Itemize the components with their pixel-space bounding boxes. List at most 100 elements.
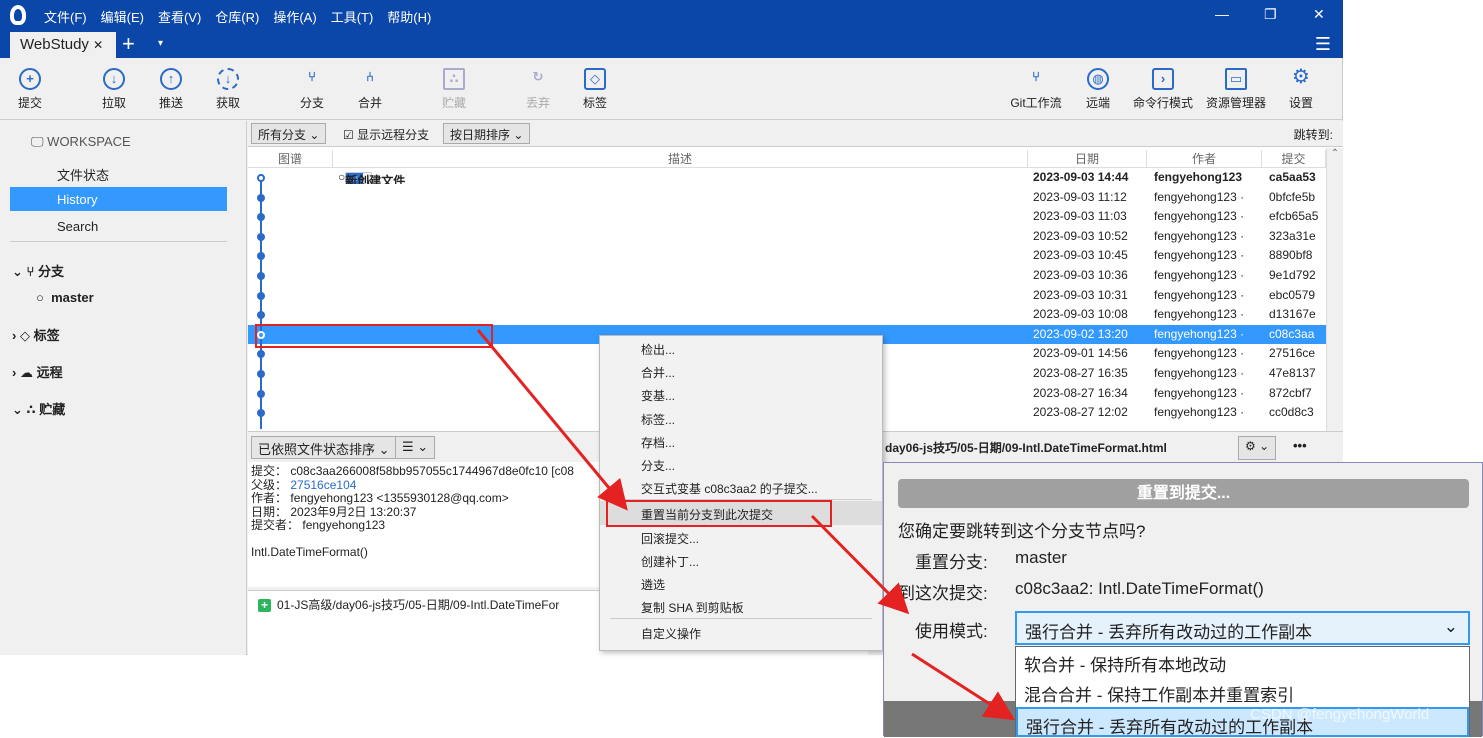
dialog-title: 重置到提交... — [898, 479, 1469, 508]
context-menu-item[interactable]: 检出... — [600, 336, 882, 359]
commit-sha: 9e1d792 — [1269, 267, 1316, 282]
stash-icon: ∴ — [443, 68, 465, 90]
maximize-button[interactable]: ❐ — [1264, 6, 1277, 23]
arrow-down-circle-icon: ↓ — [103, 68, 125, 90]
label: 远端 — [1085, 96, 1110, 110]
branch-filter-select[interactable]: 所有分支 ⌄ — [251, 123, 327, 144]
menu-repo[interactable]: 仓库(R) — [215, 7, 259, 26]
committer: fengyehong123 — [302, 518, 386, 532]
col-date[interactable]: 日期 — [1028, 150, 1147, 168]
commit-row[interactable]: 添加名称22023-09-03 10:36fengyehong123 ·9e1d… — [248, 266, 1326, 286]
commit-row[interactable]: 创建测试文件2023-09-03 10:08fengyehong123 ·d13… — [248, 305, 1326, 325]
explorer-button[interactable]: ▭ 资源管理器 — [1201, 68, 1271, 111]
terminal-icon: › — [1152, 68, 1174, 90]
commit-row[interactable]: 添加打印语句2023-09-03 11:03fengyehong123 ·efc… — [248, 207, 1326, 227]
label: 获取 — [215, 96, 240, 110]
context-menu-item[interactable]: 交互式变基 c08c3aa2 的子提交... — [600, 475, 882, 498]
col-author[interactable]: 作者 — [1147, 150, 1262, 168]
sidebar-section-branches[interactable]: ⌄ ⑂ 分支 — [12, 261, 64, 280]
context-menu-item[interactable]: 分支... — [600, 452, 882, 475]
tag-button[interactable]: ◇ 标签 — [570, 68, 620, 111]
commit-row[interactable]: 添加名称32023-09-03 10:45fengyehong123 ·8890… — [248, 246, 1326, 266]
menu-help[interactable]: 帮助(H) — [387, 7, 431, 26]
minimize-button[interactable]: — — [1215, 6, 1229, 22]
remote-button[interactable]: ◍ 远端 — [1073, 68, 1123, 111]
add-tab-button[interactable]: + — [122, 31, 135, 57]
chevron-down-icon: ⌄ — [1443, 617, 1458, 636]
more-button[interactable]: ••• — [1293, 438, 1307, 453]
context-menu-item[interactable]: 合并... — [600, 359, 882, 382]
settings-button[interactable]: ⚙ 设置 — [1276, 67, 1326, 111]
col-desc[interactable]: 描述 — [333, 150, 1028, 168]
annotation-box — [606, 500, 832, 527]
tab-dropdown-icon[interactable]: ▾ — [158, 38, 163, 49]
option-soft[interactable]: 软合并 - 保持所有本地改动 — [1016, 647, 1469, 677]
file-sort-select[interactable]: 已依照文件状态排序 ⌄ — [251, 436, 397, 459]
close-button[interactable]: ✕ — [1313, 6, 1325, 23]
terminal-button[interactable]: › 命令行模式 — [1128, 68, 1198, 111]
col-graph[interactable]: 图谱 — [248, 150, 333, 168]
view-mode-select[interactable]: ☰ ⌄ — [395, 436, 436, 459]
sort-select[interactable]: 按日期排序 ⌄ — [443, 123, 531, 144]
stash-button[interactable]: ∴ 贮藏 — [429, 68, 479, 111]
menu-file[interactable]: 文件(F) — [44, 7, 87, 26]
label: 父级： — [251, 477, 288, 492]
context-menu-item[interactable]: 自定义操作 — [600, 620, 882, 643]
sidebar-section-tags[interactable]: › ◇ 标签 — [12, 325, 60, 344]
label: master — [51, 290, 94, 305]
branch-icon: ⑂ — [26, 264, 35, 279]
col-commit[interactable]: 提交 — [1262, 150, 1326, 168]
sidebar-item-history[interactable]: History — [10, 187, 227, 211]
file-options-button[interactable]: ⚙ ⌄ — [1238, 436, 1277, 460]
commit-list-scrollbar[interactable]: ⌃ — [1326, 148, 1343, 431]
merge-button[interactable]: ⑃ 合并 — [345, 68, 395, 111]
label: 推送 — [158, 96, 183, 110]
sidebar-item-search[interactable]: Search — [57, 219, 98, 234]
commit-node — [257, 389, 265, 398]
mode-select[interactable]: 强行合并 - 丢弃所有改动过的工作副本 ⌄ — [1015, 611, 1470, 645]
commit-date: 2023-09-03 10:36 — [1033, 267, 1128, 282]
commit-sha: ca5aa53 — [1269, 170, 1316, 184]
pull-button[interactable]: ↓ 拉取 — [89, 68, 139, 111]
context-menu-item[interactable]: 回滚提交... — [600, 525, 882, 548]
label: 新创建文件 — [345, 174, 406, 184]
hamburger-menu-icon[interactable]: ☰ — [1315, 34, 1331, 55]
context-menu-item[interactable]: 遴选 — [600, 571, 882, 594]
sidebar-item-file-status[interactable]: 文件状态 — [57, 165, 109, 184]
fetch-button[interactable]: ↓ 获取 — [203, 68, 253, 111]
context-menu-item[interactable]: 变基... — [600, 382, 882, 405]
commit-sha: 27516ce — [1269, 346, 1316, 361]
tab-label: WebStudy — [20, 36, 89, 53]
gitflow-button[interactable]: ⑂ Git工作流 — [1005, 68, 1067, 111]
option-mixed[interactable]: 混合合并 - 保持工作副本并重置索引 — [1016, 677, 1469, 707]
push-button[interactable]: ↑ 推送 — [146, 68, 196, 111]
commit-author: fengyehong123 · — [1154, 287, 1245, 302]
sidebar-section-remotes[interactable]: › ☁ 远程 — [12, 362, 63, 381]
commit-row[interactable]: 添加名称12023-09-03 10:31fengyehong123 ·ebc0… — [248, 286, 1326, 306]
commit-row[interactable]: 添加名称42023-09-03 10:52fengyehong123 ·323a… — [248, 227, 1326, 247]
menu-view[interactable]: 查看(V) — [158, 7, 201, 26]
sidebar-branch-master[interactable]: ○ master — [36, 290, 94, 305]
context-menu-item[interactable]: 创建补丁... — [600, 548, 882, 571]
commit-sha: 47e8137 — [1269, 365, 1316, 380]
context-menu-item[interactable]: 存档... — [600, 429, 882, 452]
tab-webstudy[interactable]: WebStudy ✕ — [10, 32, 116, 58]
label: 分支 — [37, 264, 64, 279]
menu-actions[interactable]: 操作(A) — [273, 7, 316, 26]
discard-button[interactable]: ↻ 丢弃 — [513, 68, 563, 111]
tab-close-icon[interactable]: ✕ — [93, 38, 103, 52]
sidebar-section-stashes[interactable]: ⌄ ∴ 贮藏 — [12, 399, 65, 418]
branch-button[interactable]: ⑂ 分支 — [287, 68, 337, 111]
commit-row[interactable]: ○ ⑂master⑂origin/master⑂origin/HEAD新创建文件… — [248, 168, 1326, 188]
commit-sha: 323a31e — [1269, 228, 1316, 243]
label: 显示远程分支 — [357, 128, 430, 142]
commit-button[interactable]: + 提交 — [5, 68, 55, 111]
show-remote-checkbox[interactable]: ☑ 显示远程分支 — [343, 126, 429, 143]
context-menu-item[interactable]: 复制 SHA 到剪贴板 — [600, 594, 882, 617]
commit-row[interactable]: 删除测试文件2023-09-03 11:12fengyehong123 ·0bf… — [248, 188, 1326, 208]
context-menu-item[interactable]: 标签... — [600, 406, 882, 429]
menu-tools[interactable]: 工具(T) — [331, 7, 374, 26]
parent-link[interactable]: 27516ce104 — [290, 478, 356, 492]
menu-edit[interactable]: 编辑(E) — [101, 7, 144, 26]
commit-sha: d13167e — [1269, 307, 1316, 322]
